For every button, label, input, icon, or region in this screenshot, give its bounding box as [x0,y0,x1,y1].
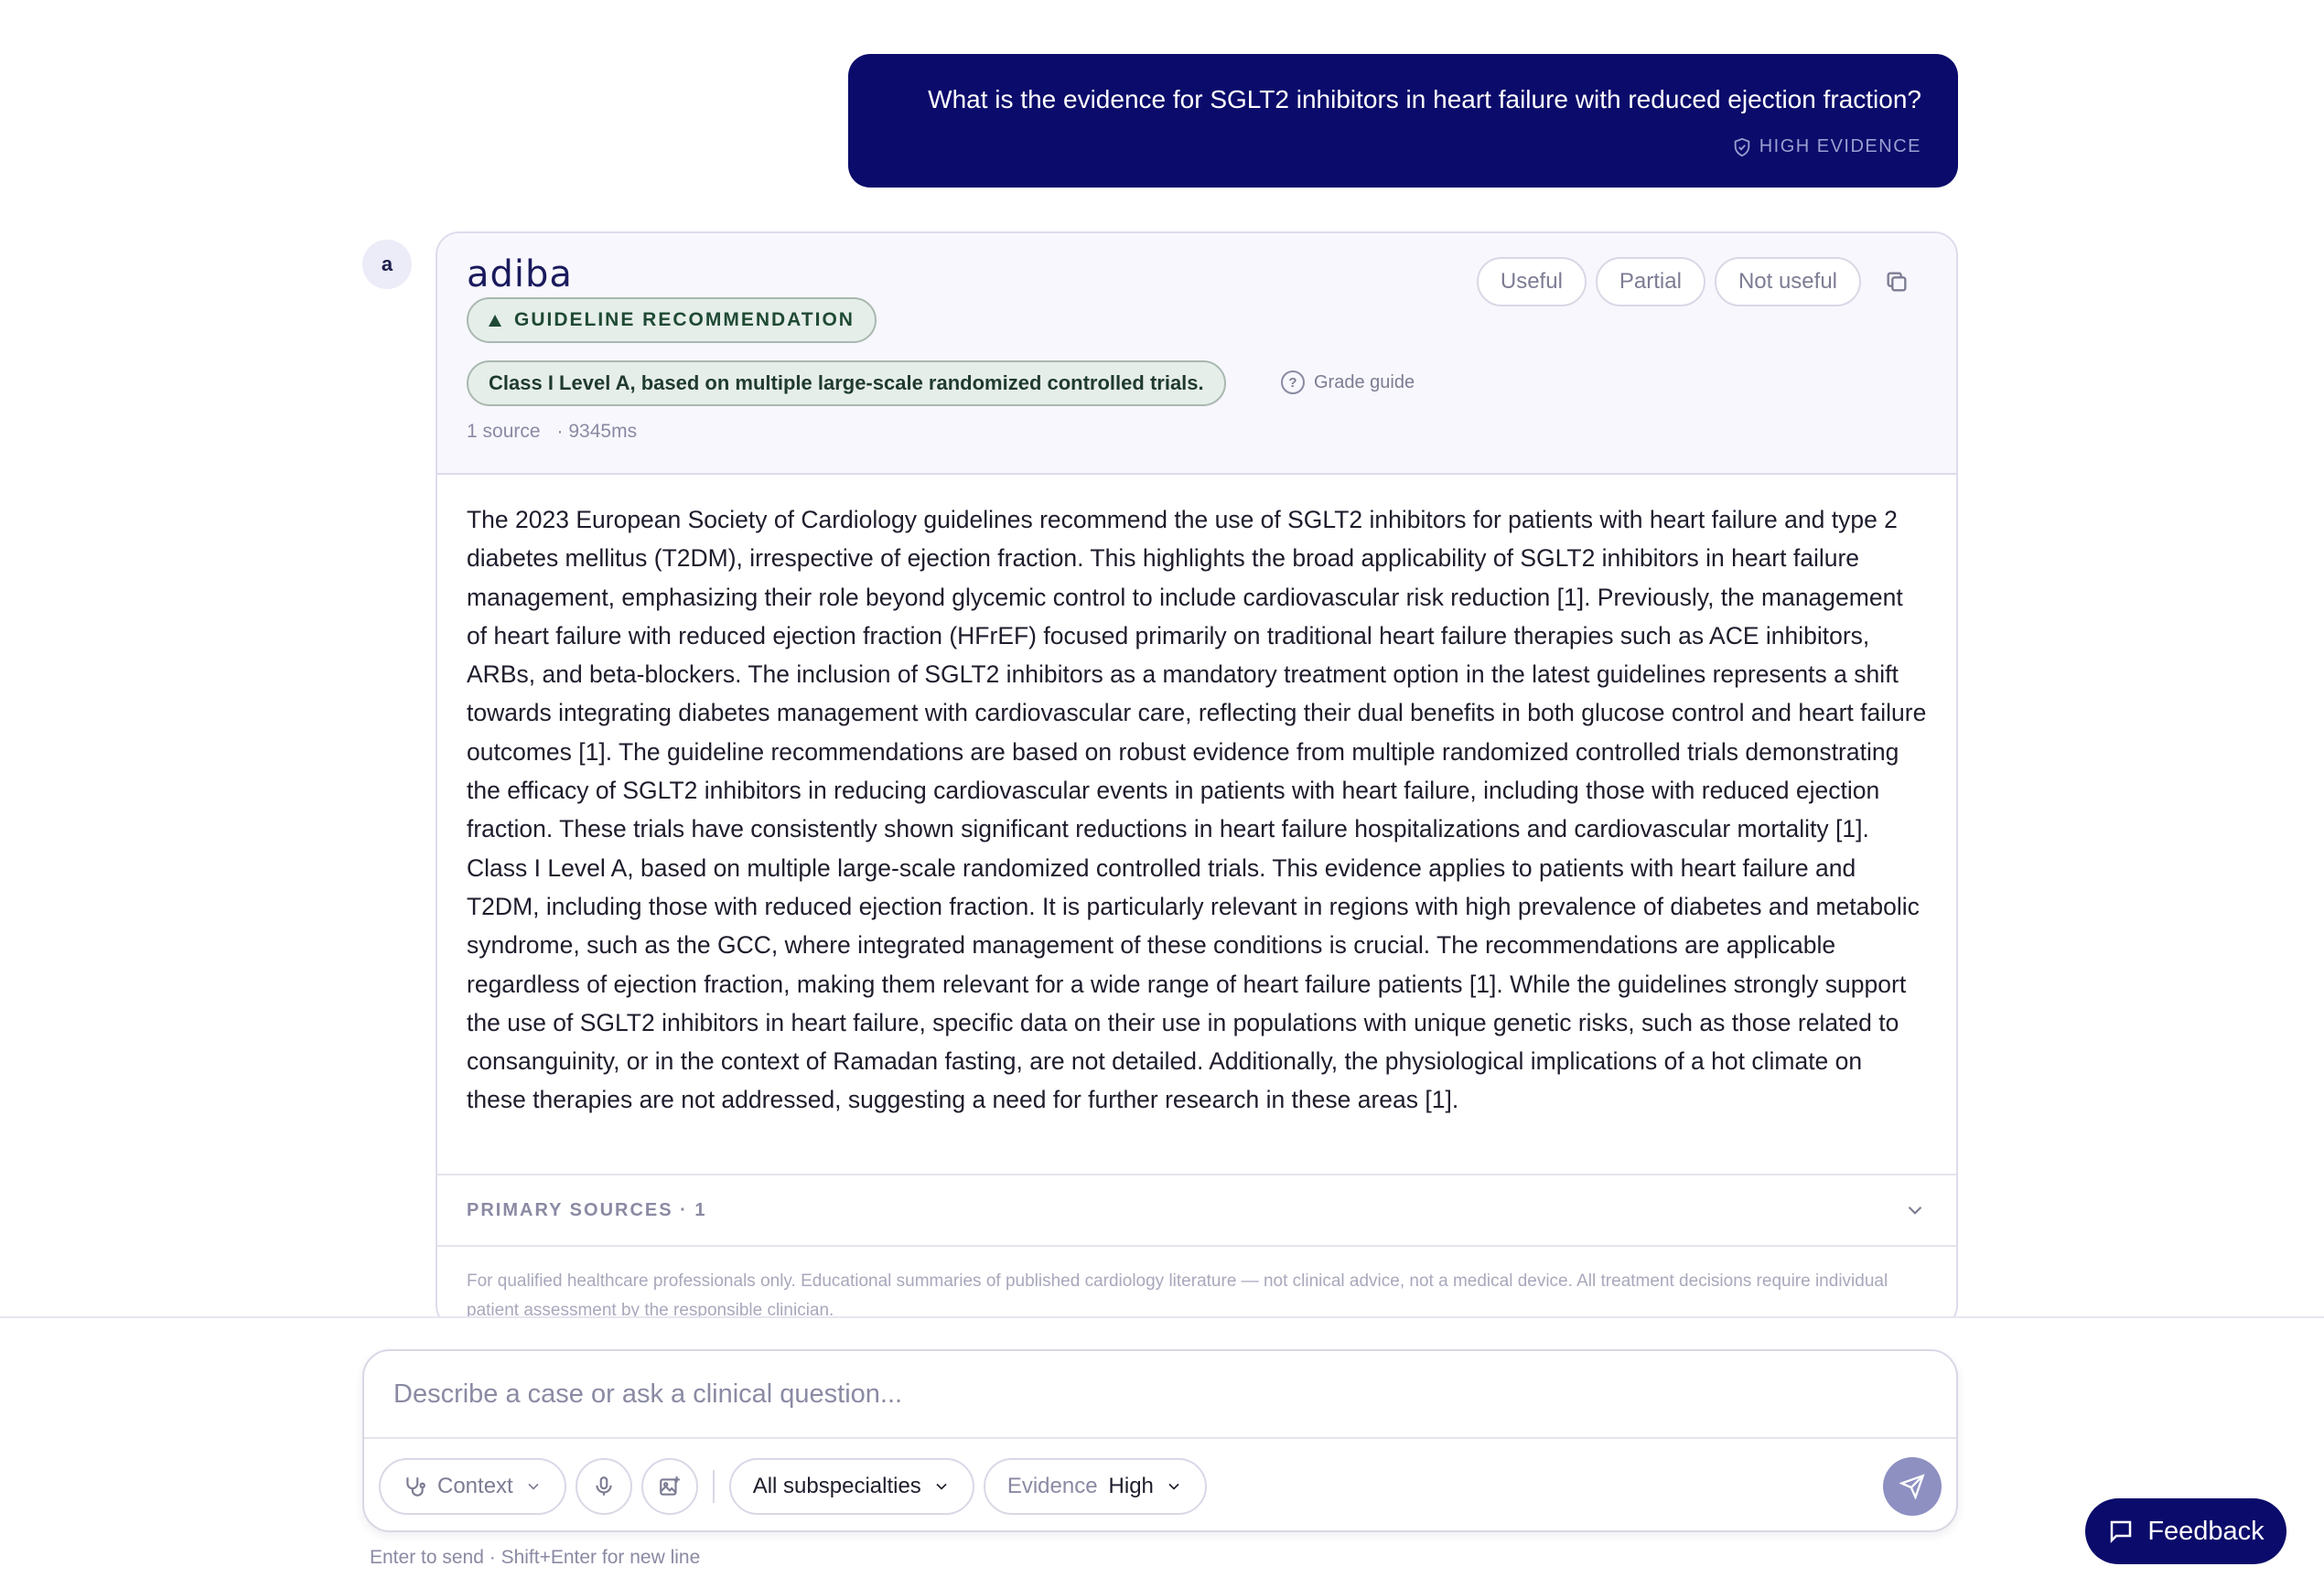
message-square-icon [2107,1518,2135,1545]
context-label: Context [437,1474,513,1498]
chevron-down-icon [524,1477,543,1496]
help-circle-icon: ? [1281,370,1305,394]
composer-area: Context All subspecialties [0,1316,2324,1588]
triangle-icon [489,314,501,327]
copy-icon[interactable] [1883,268,1910,295]
response-latency: · 9345ms [556,421,638,442]
answer-card: adiba GUIDELINE RECOMMENDATION Class I L… [436,231,1958,1329]
microphone-button[interactable] [575,1458,632,1515]
grade-guide-label: Grade guide [1314,371,1415,392]
user-message-bubble: What is the evidence for SGLT2 inhibitor… [848,54,1958,188]
not-useful-button[interactable]: Not useful [1714,257,1861,306]
answer-meta: 1 source · 9345ms [467,421,637,443]
chevron-down-icon [1165,1477,1183,1496]
microphone-icon [592,1475,616,1498]
toolbar-divider [712,1470,715,1503]
composer-toolbar: Context All subspecialties Evidence High [379,1457,1942,1516]
subspecialty-label: All subspecialties [752,1474,921,1498]
context-dropdown[interactable]: Context [379,1458,566,1515]
question-input[interactable] [364,1351,1956,1439]
grade-guide-link[interactable]: ? Grade guide [1281,370,1415,394]
source-count: 1 source [467,421,541,442]
shield-check-icon [1732,137,1752,157]
useful-button[interactable]: Useful [1476,257,1587,306]
answer-card-header: adiba GUIDELINE RECOMMENDATION Class I L… [437,233,1956,475]
evidence-label: Evidence [1006,1474,1098,1498]
guideline-recommendation-label: GUIDELINE RECOMMENDATION [514,309,855,330]
composer: Context All subspecialties [362,1349,1958,1532]
send-icon [1899,1474,1925,1499]
send-button[interactable] [1883,1457,1942,1516]
evidence-level-text: HIGH EVIDENCE [1759,136,1921,156]
keyboard-hint: Enter to send · Shift+Enter for new line [370,1547,701,1568]
partial-button[interactable]: Partial [1595,257,1705,306]
evidence-class-badge: Class I Level A, based on multiple large… [467,360,1226,406]
chevron-down-icon [1903,1198,1927,1222]
chevron-down-icon [932,1477,951,1496]
feedback-button[interactable]: Feedback [2085,1498,2286,1564]
evidence-value: High [1108,1474,1154,1498]
answer-feedback-group: Useful Partial Not useful [1476,257,1910,306]
evidence-level-badge: HIGH EVIDENCE [1732,136,1921,157]
stethoscope-icon [403,1475,426,1498]
assistant-avatar: a [362,240,412,289]
image-upload-button[interactable] [640,1458,698,1515]
evidence-dropdown[interactable]: Evidence High [983,1458,1207,1515]
user-message-text: What is the evidence for SGLT2 inhibitor… [928,85,1921,113]
guideline-recommendation-badge: GUIDELINE RECOMMENDATION [467,297,877,343]
feedback-button-label: Feedback [2147,1516,2265,1546]
subspecialty-dropdown[interactable]: All subspecialties [728,1458,974,1515]
primary-sources-toggle[interactable]: PRIMARY SOURCES · 1 [437,1174,1956,1247]
primary-sources-label: PRIMARY SOURCES · 1 [467,1199,707,1220]
image-plus-icon [658,1475,682,1498]
answer-body: The 2023 European Society of Cardiology … [467,506,1927,1114]
